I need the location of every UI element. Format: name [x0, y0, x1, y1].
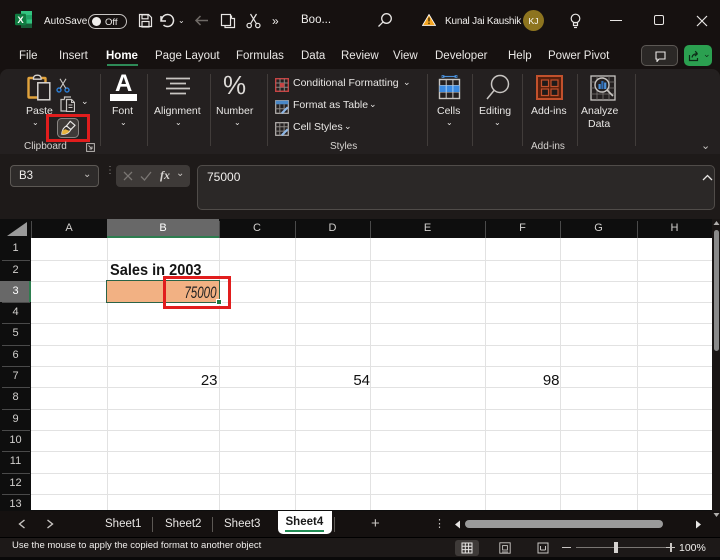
- svg-text:X: X: [17, 15, 24, 26]
